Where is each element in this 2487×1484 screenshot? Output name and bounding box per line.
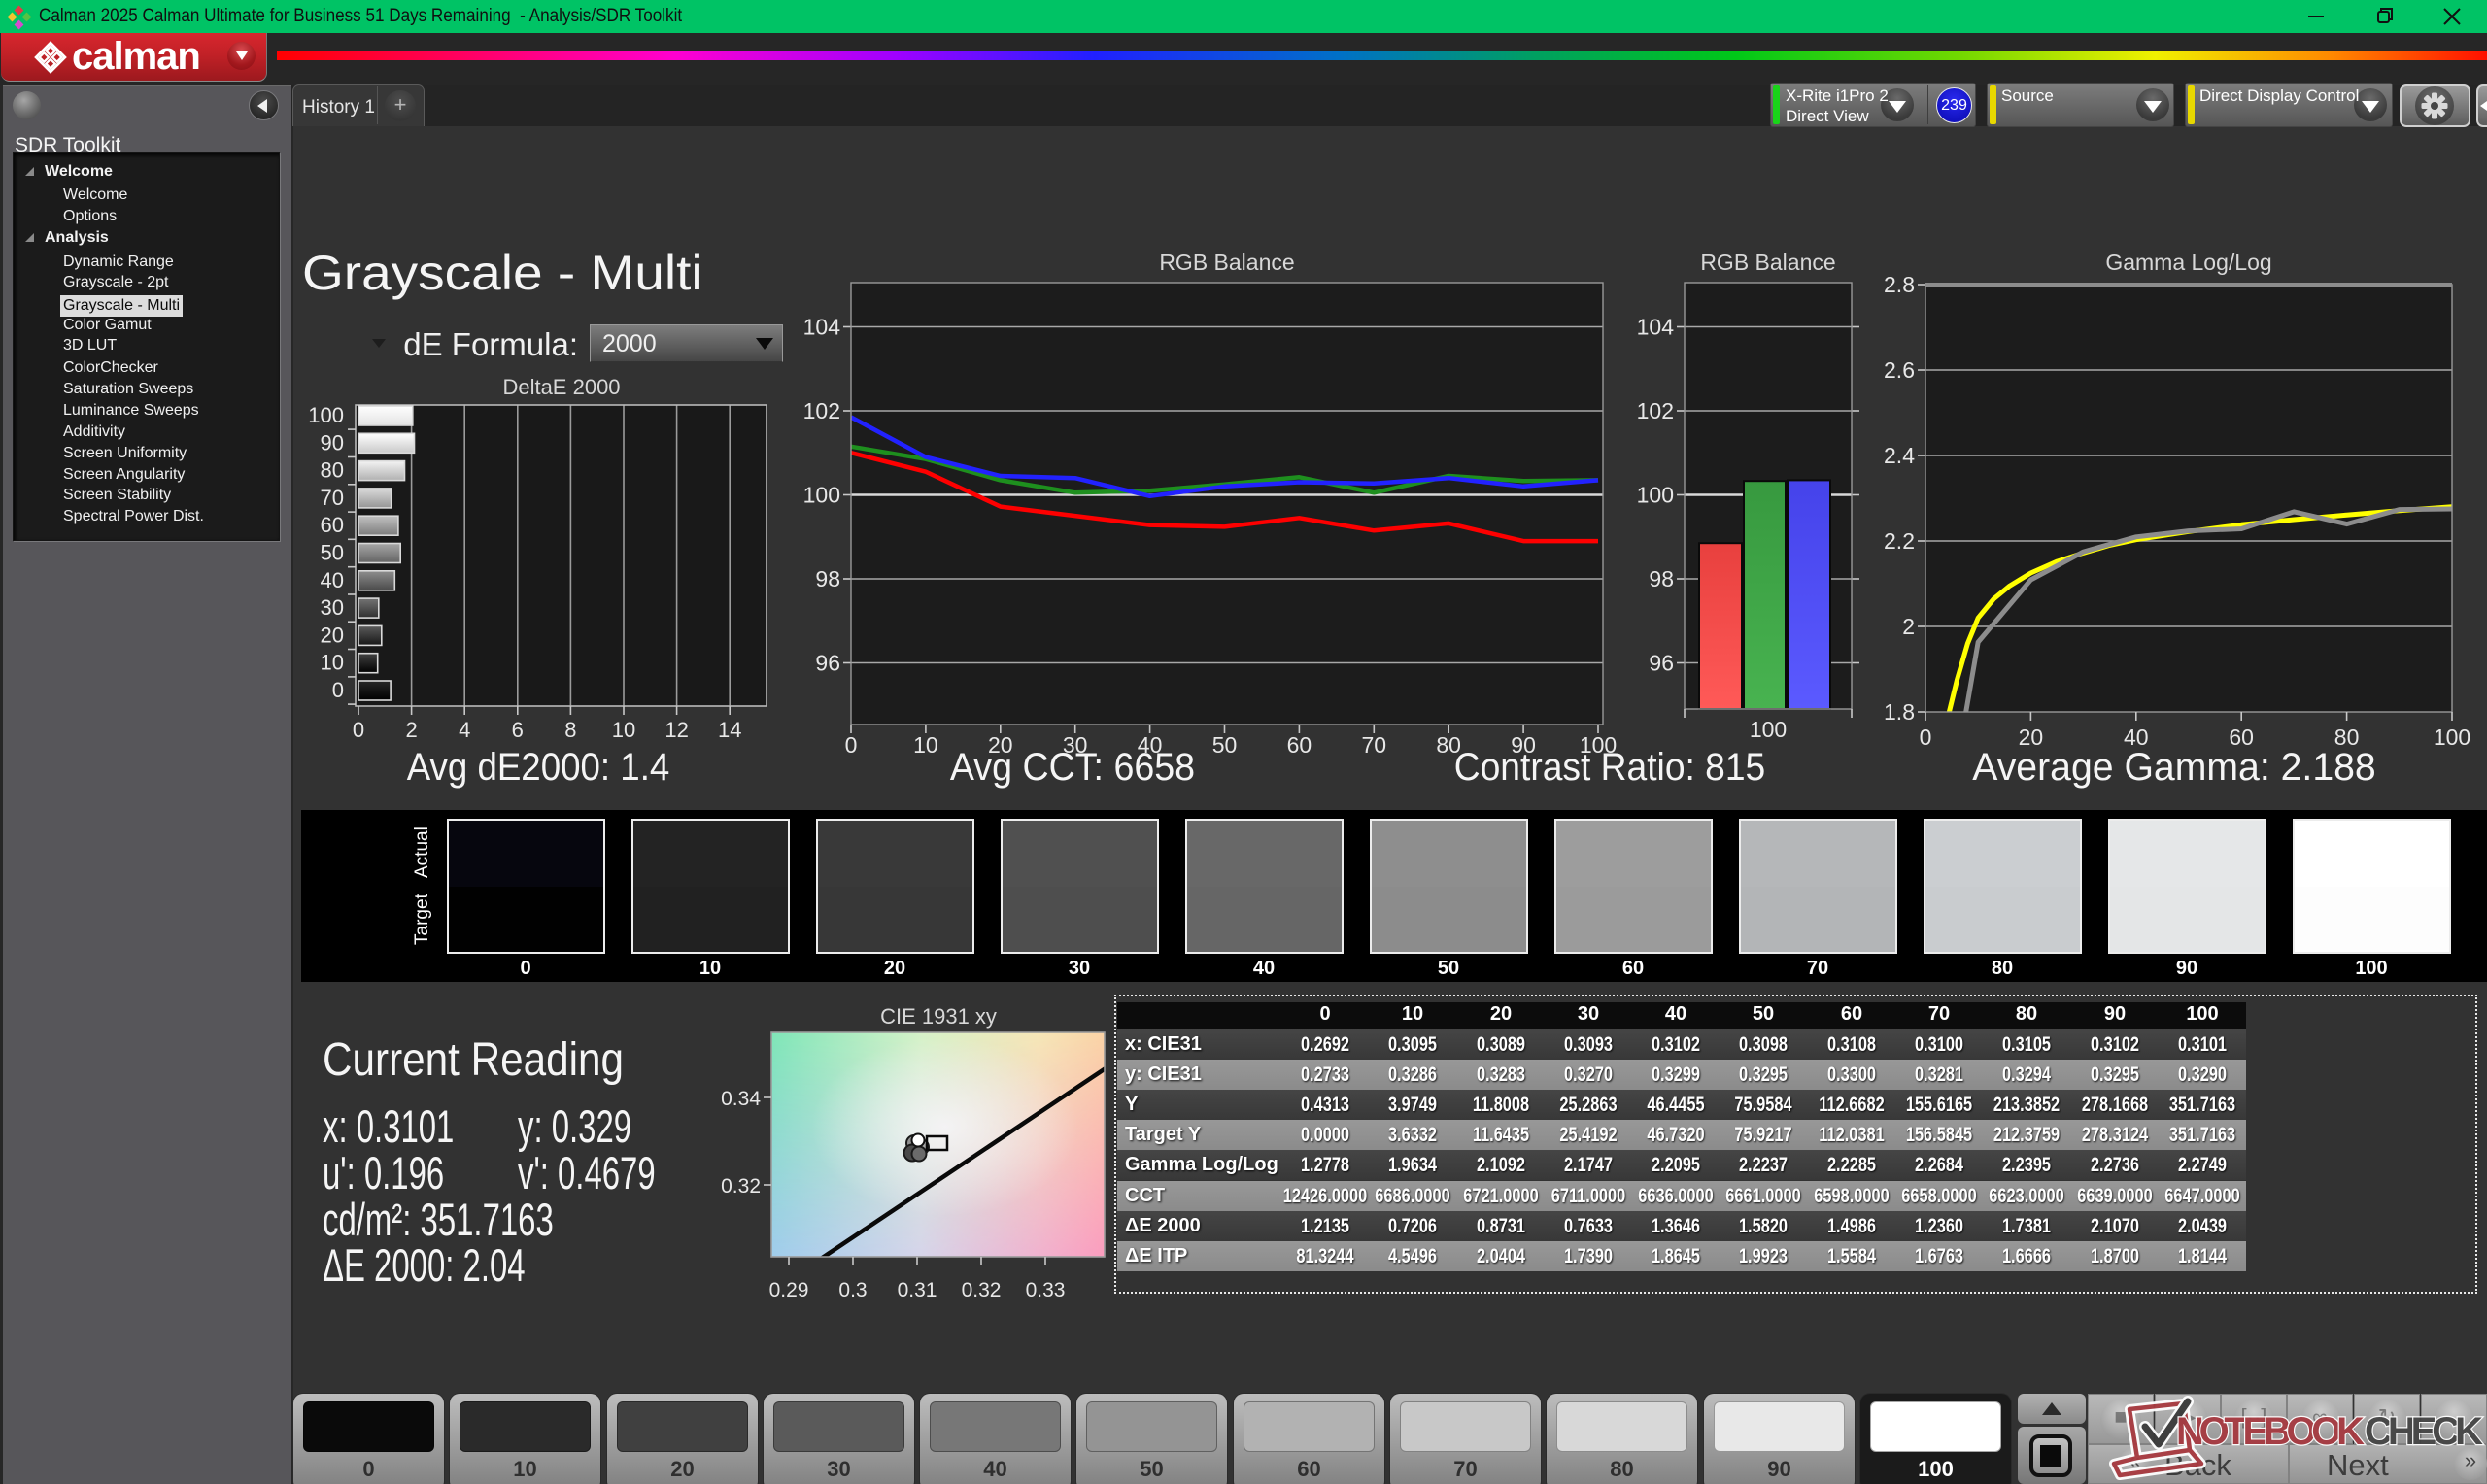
svg-text:0.33: 0.33: [1026, 1279, 1066, 1301]
svg-text:4: 4: [459, 718, 470, 742]
svg-text:Gamma Log/Log: Gamma Log/Log: [2105, 250, 2271, 275]
svg-text:96: 96: [815, 651, 840, 676]
svg-text:30: 30: [321, 595, 344, 620]
svg-text:14: 14: [718, 718, 741, 742]
svg-text:100: 100: [1637, 483, 1674, 508]
svg-text:40: 40: [321, 568, 344, 592]
svg-text:100: 100: [803, 483, 840, 508]
svg-text:0: 0: [353, 718, 364, 742]
svg-text:2: 2: [1902, 614, 1915, 639]
svg-text:0.29: 0.29: [769, 1279, 809, 1301]
svg-text:CHECK: CHECK: [2365, 1410, 2483, 1453]
svg-text:DeltaE 2000: DeltaE 2000: [502, 375, 620, 399]
svg-text:6: 6: [512, 718, 524, 742]
svg-text:2.2: 2.2: [1884, 528, 1915, 554]
svg-text:100: 100: [1750, 717, 1787, 742]
svg-text:80: 80: [321, 458, 344, 483]
svg-text:0.32: 0.32: [721, 1175, 761, 1197]
svg-text:90: 90: [321, 430, 344, 455]
svg-text:20: 20: [321, 623, 344, 647]
svg-text:102: 102: [803, 398, 840, 423]
svg-text:2.6: 2.6: [1884, 357, 1915, 383]
svg-text:100: 100: [308, 403, 344, 427]
svg-text:12: 12: [664, 718, 688, 742]
svg-text:96: 96: [1649, 651, 1674, 676]
svg-text:102: 102: [1637, 398, 1674, 423]
svg-text:0: 0: [1920, 725, 1932, 750]
svg-text:60: 60: [321, 513, 344, 537]
svg-text:0.3: 0.3: [838, 1279, 867, 1301]
svg-text:2: 2: [405, 718, 417, 742]
svg-text:2.4: 2.4: [1884, 443, 1915, 468]
svg-text:0: 0: [332, 678, 344, 702]
svg-text:70: 70: [321, 486, 344, 510]
svg-text:1.8: 1.8: [1884, 699, 1915, 725]
svg-text:RGB Balance: RGB Balance: [1159, 250, 1294, 275]
svg-text:0.31: 0.31: [898, 1279, 937, 1301]
svg-text:10: 10: [321, 651, 344, 675]
svg-text:8: 8: [564, 718, 576, 742]
svg-text:50: 50: [321, 541, 344, 565]
svg-text:CIE 1931 xy: CIE 1931 xy: [880, 1004, 997, 1029]
svg-text:2.8: 2.8: [1884, 272, 1915, 297]
svg-text:0.32: 0.32: [962, 1279, 1002, 1301]
svg-text:10: 10: [612, 718, 635, 742]
svg-text:104: 104: [1637, 315, 1675, 340]
svg-text:104: 104: [803, 315, 841, 340]
svg-text:NOTEBOOK: NOTEBOOK: [2176, 1410, 2365, 1453]
svg-text:98: 98: [815, 566, 840, 591]
svg-text:98: 98: [1649, 566, 1674, 591]
svg-text:0.34: 0.34: [721, 1088, 761, 1110]
svg-text:RGB Balance: RGB Balance: [1700, 250, 1835, 275]
svg-text:100: 100: [2434, 725, 2470, 750]
